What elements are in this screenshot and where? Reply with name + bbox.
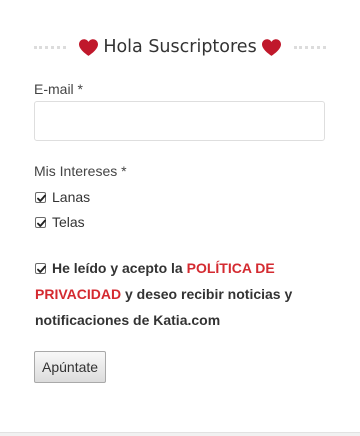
interest-option-telas[interactable]: Telas [35, 214, 85, 230]
form-header: Hola Suscriptores [34, 34, 327, 60]
heart-icon [261, 38, 281, 56]
privacy-consent: He leído y acepto la POLÍTICA DE PRIVACI… [35, 255, 310, 333]
heart-icon [79, 38, 99, 56]
left-dotted-divider [34, 46, 67, 49]
email-field[interactable] [34, 101, 325, 141]
interests-label: Mis Intereses * [34, 163, 127, 179]
consent-text-before: He leído y acepto la [52, 260, 187, 276]
telas-label: Telas [52, 214, 85, 230]
right-dotted-divider [293, 46, 327, 49]
form-title: Hola Suscriptores [103, 37, 257, 57]
subscription-form-card: Hola Suscriptores E-mail * Mis Intereses… [0, 0, 360, 433]
telas-checkbox[interactable] [35, 216, 46, 228]
lanas-label: Lanas [52, 189, 91, 205]
consent-checkbox[interactable] [35, 263, 46, 274]
interest-option-lanas[interactable]: Lanas [35, 189, 90, 205]
form-title-group: Hola Suscriptores [66, 37, 293, 57]
lanas-checkbox[interactable] [35, 191, 46, 203]
email-label: E-mail * [34, 81, 84, 97]
subscribe-button[interactable]: Apúntate [34, 351, 107, 383]
